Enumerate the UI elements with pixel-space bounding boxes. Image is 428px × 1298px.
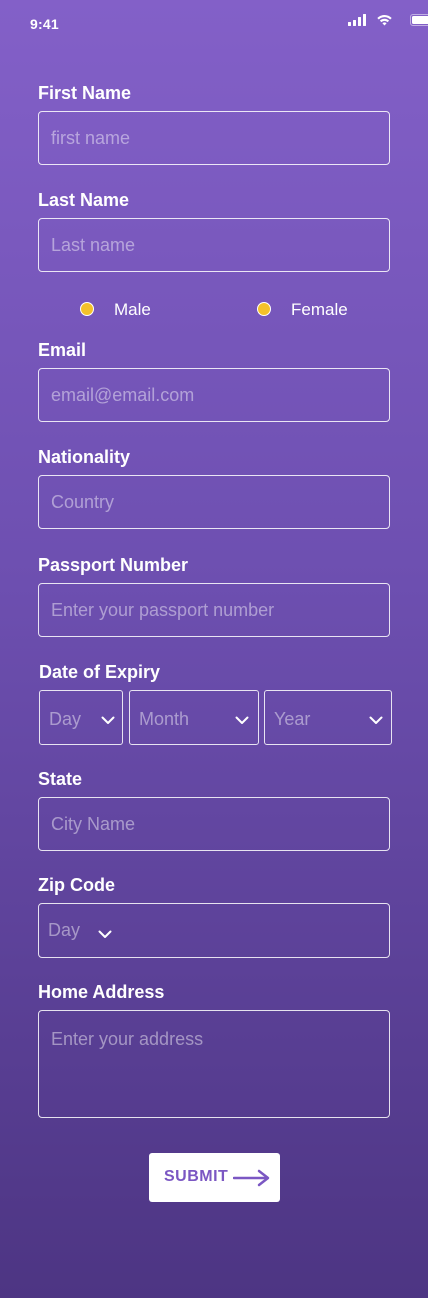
address-placeholder: Enter your address <box>51 1029 204 1049</box>
email-placeholder: email@email.com <box>51 385 195 405</box>
last-name-label: Last Name <box>38 190 130 210</box>
zip-select[interactable]: Day <box>38 903 390 958</box>
expiry-day-value: Day <box>49 709 82 729</box>
radio-male-dot <box>80 302 94 316</box>
first-name-input[interactable]: first name <box>38 111 390 165</box>
radio-male-label: Male <box>114 300 151 319</box>
arrow-right-icon <box>233 1169 270 1187</box>
email-label: Email <box>38 340 87 360</box>
state-label: State <box>38 769 83 789</box>
zip-label: Zip Code <box>38 875 115 895</box>
status-bar: 9:41 <box>0 0 428 48</box>
expiry-month-value: Month <box>139 709 190 729</box>
state-input[interactable]: City Name <box>38 797 390 851</box>
expiry-day-select[interactable]: Day <box>39 690 123 745</box>
radio-female-label: Female <box>291 300 348 319</box>
email-input[interactable]: email@email.com <box>38 368 390 422</box>
wifi-icon <box>377 15 392 26</box>
address-textarea[interactable]: Enter your address <box>38 1010 390 1118</box>
expiry-label: Date of Expiry <box>39 662 161 682</box>
status-icons <box>348 14 428 28</box>
nationality-input[interactable]: Country <box>38 475 390 529</box>
chevron-down-icon <box>235 716 249 724</box>
state-placeholder: City Name <box>51 814 136 834</box>
nationality-placeholder: Country <box>51 492 115 512</box>
chevron-down-icon <box>101 716 115 724</box>
expiry-year-value: Year <box>274 709 311 729</box>
passport-label: Passport Number <box>38 555 189 575</box>
radio-female-dot <box>257 302 271 316</box>
expiry-year-select[interactable]: Year <box>264 690 392 745</box>
first-name-label: First Name <box>38 83 132 103</box>
submit-label: SUBMIT <box>164 1168 229 1185</box>
signal-icon <box>348 14 366 26</box>
submit-button[interactable]: SUBMIT <box>149 1153 280 1202</box>
passport-placeholder: Enter your passport number <box>51 600 275 620</box>
last-name-input[interactable]: Last name <box>38 218 390 272</box>
chevron-down-icon <box>98 930 112 938</box>
status-time: 9:41 <box>30 16 59 32</box>
zip-value: Day <box>48 920 81 940</box>
passport-input[interactable]: Enter your passport number <box>38 583 390 637</box>
last-name-placeholder: Last name <box>51 235 136 255</box>
address-label: Home Address <box>38 982 165 1002</box>
first-name-placeholder: first name <box>51 128 131 148</box>
battery-icon <box>410 14 428 26</box>
expiry-month-select[interactable]: Month <box>129 690 259 745</box>
chevron-down-icon <box>369 716 383 724</box>
nationality-label: Nationality <box>38 447 131 467</box>
